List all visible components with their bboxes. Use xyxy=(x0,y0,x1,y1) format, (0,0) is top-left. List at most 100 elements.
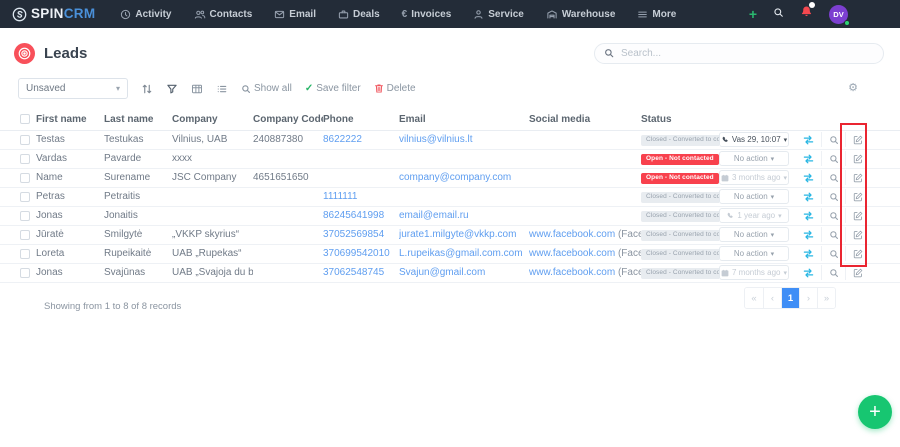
next-action-dropdown[interactable]: Vas 29, 10:07 ▾ xyxy=(719,132,789,147)
social-link[interactable]: www.facebook.com xyxy=(529,248,615,259)
phone-link[interactable]: 37062548745 xyxy=(323,267,384,278)
delete-button[interactable]: Delete xyxy=(374,83,416,94)
notifications-bell-icon[interactable] xyxy=(800,2,815,23)
nav-item-contacts[interactable]: Contacts xyxy=(183,0,264,28)
email-link[interactable]: jurate1.milgyte@vkkp.com xyxy=(399,229,516,240)
phone-link[interactable]: 1111111 xyxy=(323,191,357,202)
row-checkbox[interactable] xyxy=(20,134,30,145)
show-all-button[interactable]: Show all xyxy=(241,83,292,94)
pagination-prev-button[interactable]: ‹ xyxy=(763,288,781,308)
email-link[interactable]: email@email.ru xyxy=(399,210,469,221)
row-checkbox[interactable] xyxy=(20,229,30,240)
row-checkbox[interactable] xyxy=(20,267,30,278)
pagination-first-button[interactable]: « xyxy=(745,288,763,308)
preview-lead-button[interactable] xyxy=(821,227,845,242)
next-action-dropdown[interactable]: 3 months ago ▾ xyxy=(719,170,789,185)
cell-social-media: www.facebook.com (Facebook) xyxy=(529,263,641,283)
edit-lead-button[interactable] xyxy=(845,189,869,204)
phone-link[interactable]: 37052569854 xyxy=(323,229,384,240)
saved-filter-select[interactable]: Unsaved ▾ xyxy=(18,78,128,99)
convert-lead-button[interactable] xyxy=(795,227,821,242)
sort-icon[interactable] xyxy=(141,83,153,95)
next-action-dropdown[interactable]: No action ▾ xyxy=(719,189,789,204)
spincrm-logo[interactable]: SPINCRM xyxy=(12,5,95,23)
row-checkbox[interactable] xyxy=(20,210,30,221)
edit-lead-button[interactable] xyxy=(845,132,869,147)
pagination-page-1-button[interactable]: 1 xyxy=(781,288,799,308)
convert-lead-button[interactable] xyxy=(795,246,821,261)
table-view-icon[interactable] xyxy=(191,83,203,95)
email-link[interactable]: vilnius@vilnius.lt xyxy=(399,134,473,145)
convert-lead-button[interactable] xyxy=(795,151,821,166)
gear-icon[interactable]: ⚙ xyxy=(848,83,858,94)
row-checkbox[interactable] xyxy=(20,191,30,202)
pagination-last-button[interactable]: » xyxy=(817,288,835,308)
col-header-first-name[interactable]: First name xyxy=(36,109,104,131)
preview-lead-button[interactable] xyxy=(821,151,845,166)
col-header-phone[interactable]: Phone xyxy=(323,109,399,131)
nav-item-warehouse[interactable]: Warehouse xyxy=(535,0,627,28)
nav-item-invoices[interactable]: € Invoices xyxy=(391,0,463,28)
edit-lead-button[interactable] xyxy=(845,151,869,166)
col-header-company-code[interactable]: Company Code xyxy=(253,109,323,131)
preview-lead-button[interactable] xyxy=(821,132,845,147)
filter-funnel-icon[interactable] xyxy=(166,83,178,95)
next-action-dropdown[interactable]: 1 year ago ▾ xyxy=(719,208,789,223)
preview-lead-button[interactable] xyxy=(821,170,845,185)
edit-lead-button[interactable] xyxy=(845,246,869,261)
cell-first-name: Testas xyxy=(36,130,104,150)
preview-lead-button[interactable] xyxy=(821,208,845,223)
phone-link[interactable]: 86245641998 xyxy=(323,210,384,221)
preview-lead-button[interactable] xyxy=(821,246,845,261)
edit-lead-button[interactable] xyxy=(845,265,869,280)
email-link[interactable]: Svajun@gmail.com xyxy=(399,267,485,278)
phone-link[interactable]: 8622222 xyxy=(323,134,362,145)
social-link[interactable]: www.facebook.com xyxy=(529,229,615,240)
next-action-label: No action xyxy=(733,249,768,258)
email-link[interactable]: L.rupeikas@gmail.com.com xyxy=(399,248,523,259)
next-action-dropdown[interactable]: 7 months ago ▾ xyxy=(719,265,789,280)
nav-item-email[interactable]: Email xyxy=(263,0,327,28)
next-action-dropdown[interactable]: No action ▾ xyxy=(719,246,789,261)
row-checkbox[interactable] xyxy=(20,248,30,259)
pagination: « ‹ 1 › » xyxy=(744,287,836,309)
nav-item-deals[interactable]: Deals xyxy=(327,0,391,28)
nav-item-more[interactable]: More xyxy=(626,0,687,28)
save-filter-button[interactable]: ✓ Save filter xyxy=(305,83,361,94)
phone-link[interactable]: 370699542010 xyxy=(323,248,390,259)
edit-lead-button[interactable] xyxy=(845,170,869,185)
nav-item-service[interactable]: Service xyxy=(462,0,535,28)
convert-lead-button[interactable] xyxy=(795,132,821,147)
preview-lead-button[interactable] xyxy=(821,189,845,204)
user-avatar[interactable]: DV xyxy=(829,4,850,26)
global-search-icon[interactable] xyxy=(773,5,784,23)
col-header-social-media[interactable]: Social media xyxy=(529,109,641,131)
add-lead-fab-button[interactable]: + xyxy=(858,395,892,429)
nav-item-activity[interactable]: Activity xyxy=(109,0,182,28)
convert-lead-button[interactable] xyxy=(795,265,821,280)
next-action-dropdown[interactable]: No action ▾ xyxy=(719,227,789,242)
search-input[interactable] xyxy=(594,43,884,64)
social-link[interactable]: www.facebook.com xyxy=(529,267,615,278)
row-checkbox[interactable] xyxy=(20,153,30,164)
cell-last-name: Smilgytė xyxy=(104,225,172,245)
row-checkbox[interactable] xyxy=(20,172,30,183)
convert-icon xyxy=(803,230,813,239)
quick-add-icon[interactable]: + xyxy=(749,7,757,21)
convert-lead-button[interactable] xyxy=(795,189,821,204)
next-action-dropdown[interactable]: No action ▾ xyxy=(719,151,789,166)
col-header-email[interactable]: Email xyxy=(399,109,529,131)
convert-lead-button[interactable] xyxy=(795,208,821,223)
convert-lead-button[interactable] xyxy=(795,170,821,185)
edit-lead-button[interactable] xyxy=(845,227,869,242)
preview-lead-button[interactable] xyxy=(821,265,845,280)
edit-lead-button[interactable] xyxy=(845,208,869,223)
col-header-company[interactable]: Company xyxy=(172,109,253,131)
pagination-next-button[interactable]: › xyxy=(799,288,817,308)
col-header-last-name[interactable]: Last name xyxy=(104,109,172,131)
col-header-status[interactable]: Status xyxy=(641,109,719,131)
email-link[interactable]: company@company.com xyxy=(399,172,511,183)
select-all-checkbox[interactable] xyxy=(20,114,30,125)
table-row: Name Surename JSC Company 4651651650 com… xyxy=(0,168,900,188)
list-view-icon[interactable] xyxy=(216,83,228,95)
